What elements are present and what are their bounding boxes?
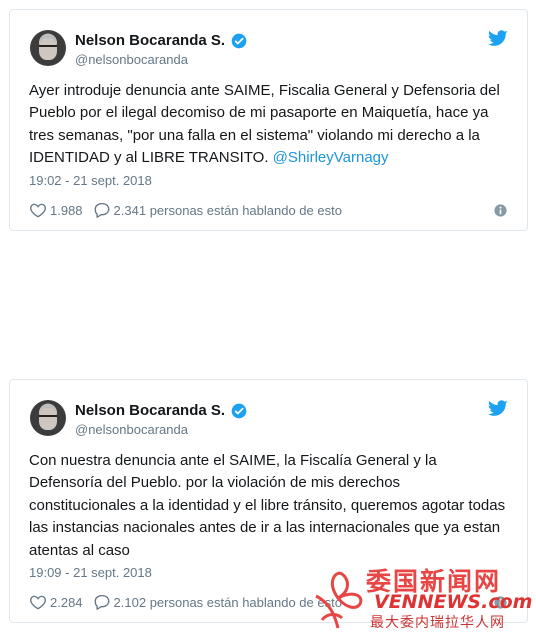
tweet-text: Ayer introduje denuncia ante SAIME, Fisc… [29, 80, 509, 170]
tweet-text: Con nuestra denuncia ante el SAIME, la F… [29, 452, 506, 559]
author-name[interactable]: Nelson Bocaranda S. [75, 402, 225, 419]
verified-badge-icon [231, 33, 247, 48]
conversation-text: 2.341 personas están hablando de esto [113, 202, 342, 218]
like-count: 1.988 [50, 202, 83, 218]
conversation-link[interactable]: 2.341 personas están hablando de esto [93, 201, 342, 219]
author-name[interactable]: Nelson Bocaranda S. [75, 32, 225, 49]
avatar[interactable] [30, 400, 66, 436]
info-icon[interactable] [494, 204, 507, 217]
timestamp[interactable]: 19:02 - 21 sept. 2018 [29, 173, 152, 188]
verified-badge-icon [231, 403, 247, 418]
watermark-subtitle: 最大委内瑞拉华人网 [370, 615, 505, 631]
flower-logo-icon [315, 571, 363, 629]
speech-bubble-icon [94, 594, 109, 610]
like-count: 2.284 [50, 594, 83, 610]
heart-icon [30, 203, 46, 218]
watermark-site: VENNEWS.com [374, 591, 533, 613]
like-button[interactable]: 1.988 [29, 201, 83, 219]
author-handle[interactable]: @nelsonbocaranda [75, 422, 188, 437]
author-handle[interactable]: @nelsonbocaranda [75, 52, 188, 67]
like-button[interactable]: 2.284 [29, 593, 83, 611]
speech-bubble-icon [94, 202, 109, 218]
twitter-bird-icon[interactable] [488, 30, 508, 47]
avatar[interactable] [30, 30, 66, 66]
heart-icon [30, 595, 46, 610]
site-watermark: 委国新闻网 VENNEWS.com 最大委内瑞拉华人网 [300, 558, 536, 632]
tweet-body: Ayer introduje denuncia ante SAIME, Fisc… [29, 82, 500, 167]
mention-link[interactable]: @ShirleyVarnagy [273, 149, 389, 166]
timestamp[interactable]: 19:09 - 21 sept. 2018 [29, 565, 152, 580]
twitter-bird-icon[interactable] [488, 400, 508, 417]
tweet-card[interactable]: Nelson Bocaranda S. @nelsonbocaranda Aye… [9, 9, 528, 231]
